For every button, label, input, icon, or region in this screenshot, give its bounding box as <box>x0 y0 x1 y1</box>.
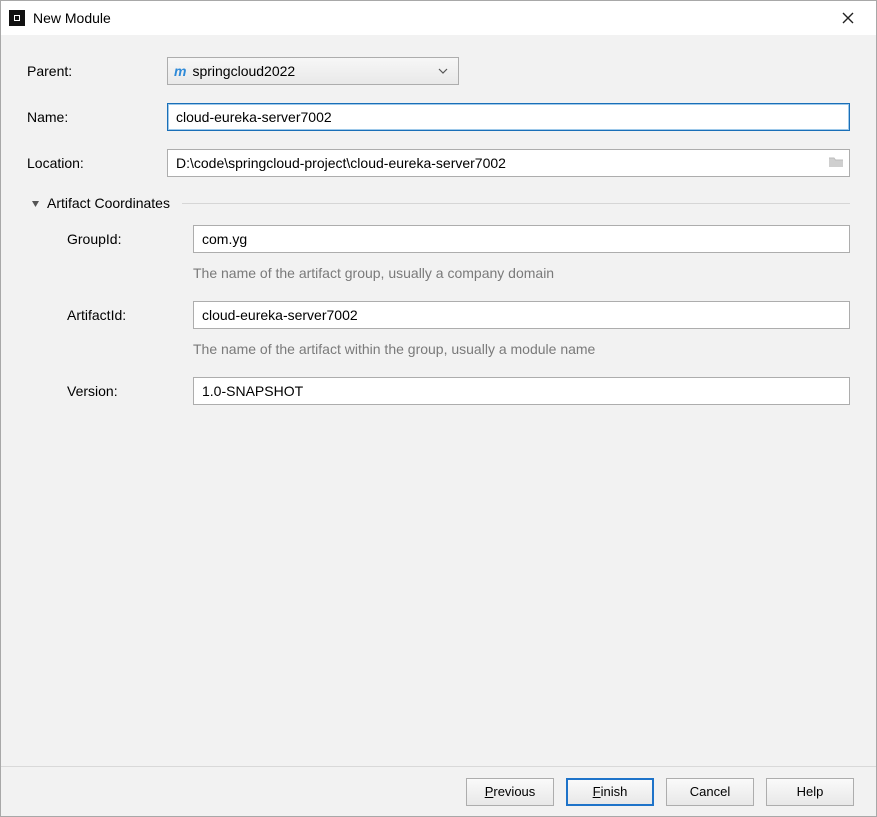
previous-rest: revious <box>493 784 535 799</box>
artifact-section-title: Artifact Coordinates <box>47 195 170 211</box>
groupid-hint: The name of the artifact group, usually … <box>167 265 850 281</box>
version-input[interactable] <box>193 377 850 405</box>
app-icon <box>9 10 25 26</box>
finish-rest: inish <box>601 784 628 799</box>
button-bar: Previous Finish Cancel Help <box>1 766 876 816</box>
version-label: Version: <box>27 383 167 399</box>
parent-label: Parent: <box>27 63 167 79</box>
groupid-row: GroupId: <box>27 225 850 253</box>
artifactid-label: ArtifactId: <box>27 307 167 323</box>
name-label: Name: <box>27 109 167 125</box>
location-label: Location: <box>27 155 167 171</box>
parent-combo[interactable]: m springcloud2022 <box>167 57 459 85</box>
browse-folder-icon[interactable] <box>828 155 844 171</box>
dialog-content: Parent: m springcloud2022 Name: Location… <box>1 35 876 766</box>
parent-row: Parent: m springcloud2022 <box>27 57 850 85</box>
window-title: New Module <box>33 10 828 26</box>
section-rule <box>182 203 850 204</box>
artifactid-hint: The name of the artifact within the grou… <box>167 341 850 357</box>
title-bar: New Module <box>1 1 876 35</box>
groupid-label: GroupId: <box>27 231 167 247</box>
artifactid-row: ArtifactId: <box>27 301 850 329</box>
name-row: Name: <box>27 103 850 131</box>
version-row: Version: <box>27 377 850 405</box>
previous-button[interactable]: Previous <box>466 778 554 806</box>
parent-value: springcloud2022 <box>192 63 434 79</box>
help-button[interactable]: Help <box>766 778 854 806</box>
location-input[interactable] <box>167 149 850 177</box>
name-input[interactable] <box>167 103 850 131</box>
finish-button[interactable]: Finish <box>566 778 654 806</box>
cancel-button[interactable]: Cancel <box>666 778 754 806</box>
close-button[interactable] <box>828 1 868 35</box>
collapse-icon <box>27 199 43 208</box>
artifactid-input[interactable] <box>193 301 850 329</box>
maven-icon: m <box>174 63 186 79</box>
artifact-coordinates-toggle[interactable]: Artifact Coordinates <box>27 195 850 211</box>
location-row: Location: <box>27 149 850 177</box>
chevron-down-icon <box>434 68 452 74</box>
groupid-input[interactable] <box>193 225 850 253</box>
